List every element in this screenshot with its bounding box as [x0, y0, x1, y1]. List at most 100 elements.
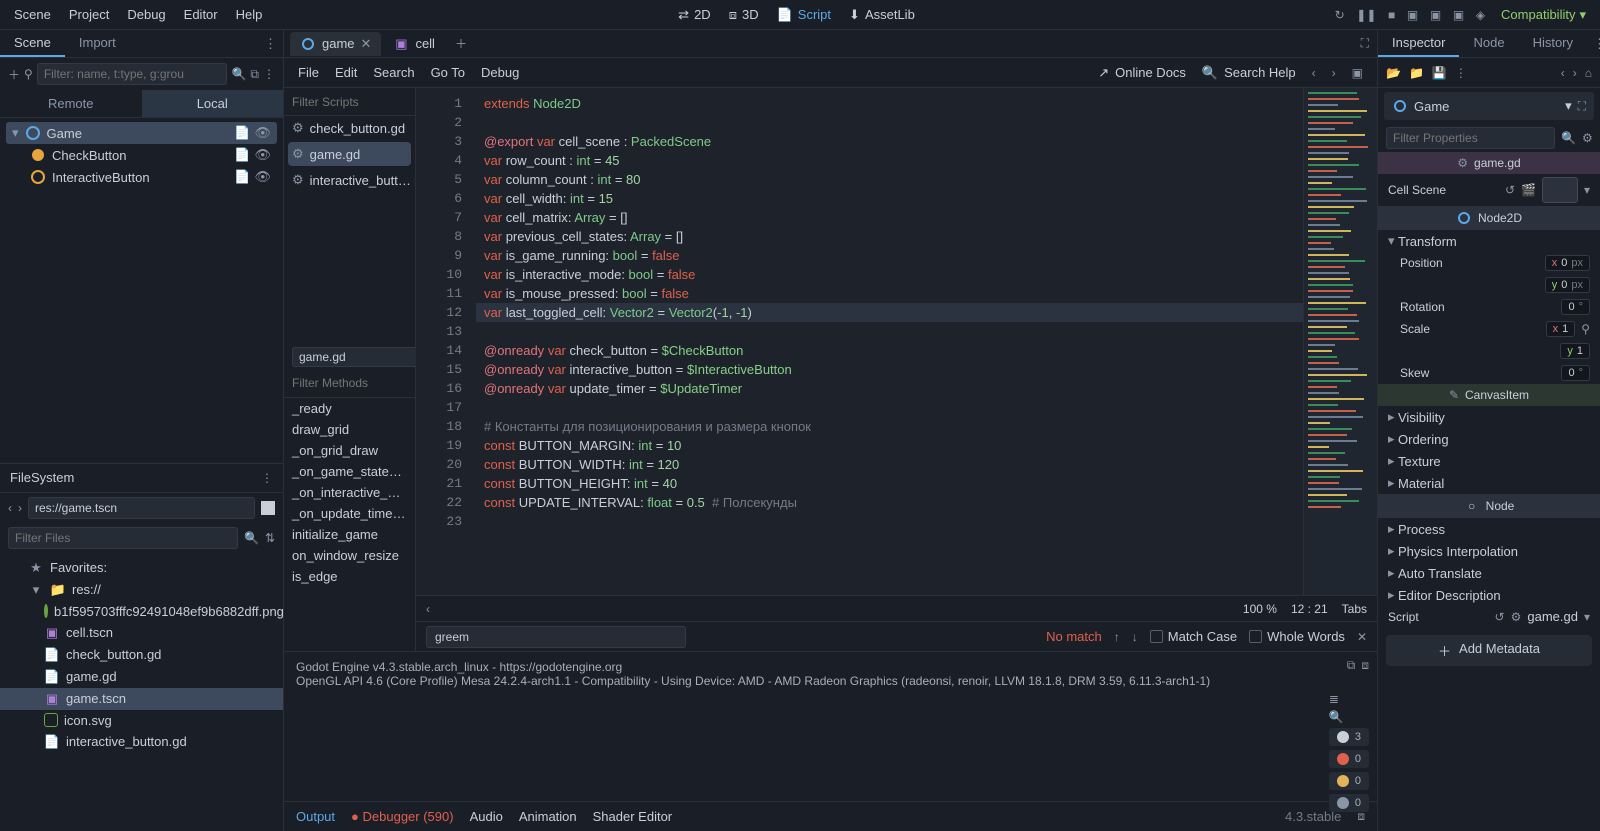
expand-icon[interactable]: ⛶ — [1353, 36, 1377, 51]
local-tab[interactable]: Local — [142, 90, 284, 117]
search-icon[interactable]: 🔍 — [1561, 131, 1576, 145]
add-tab-icon[interactable]: ＋ — [447, 35, 475, 52]
search-icon[interactable]: 🔍 — [244, 531, 259, 545]
script-attach-icon[interactable]: 📄 — [234, 147, 250, 163]
menu-scene[interactable]: Scene — [14, 7, 51, 22]
path-input[interactable] — [28, 497, 255, 519]
script-list-item[interactable]: ⚙interactive_butt… — [284, 168, 415, 192]
group-editor description[interactable]: ▸Editor Description — [1378, 584, 1600, 606]
render-icon[interactable]: ◈ — [1476, 8, 1485, 22]
badge-info[interactable]: 0 — [1329, 794, 1369, 812]
minimap[interactable] — [1303, 88, 1377, 595]
close-icon[interactable]: ✕ — [361, 36, 372, 52]
fs-item[interactable]: icon.svg — [0, 710, 283, 731]
menu-debug[interactable]: Debug — [127, 7, 165, 22]
save-icon[interactable]: 💾 — [1432, 66, 1447, 80]
script-list-item[interactable]: ⚙check_button.gd — [284, 116, 415, 140]
group-transform[interactable]: ▾Transform — [1378, 230, 1600, 252]
movie-icon[interactable]: 🎬 — [1521, 183, 1536, 197]
group-physics interpolation[interactable]: ▸Physics Interpolation — [1378, 540, 1600, 562]
fs-item[interactable]: ▣game.tscn — [0, 688, 283, 710]
copy-icon[interactable]: ⧉ — [1347, 658, 1356, 673]
save-icon[interactable]: ▣ — [1352, 66, 1363, 80]
whole-words-checkbox[interactable]: Whole Words — [1249, 629, 1345, 644]
home-icon[interactable]: ⌂ — [1585, 66, 1592, 80]
back-icon[interactable]: ‹ — [8, 501, 12, 515]
section-script-header[interactable]: ⚙ game.gd — [1378, 152, 1600, 174]
visibility-icon[interactable]: 👁 — [254, 125, 271, 141]
fs-root[interactable]: ▾ 📁 res:// — [0, 579, 283, 601]
group-process[interactable]: ▸Process — [1378, 518, 1600, 540]
method-item[interactable]: is_edge — [284, 566, 415, 587]
tab-scene[interactable]: Scene — [0, 30, 65, 57]
bottom-tab-shader[interactable]: Shader Editor — [593, 809, 673, 824]
dock-options-icon[interactable]: ⋮ — [261, 471, 273, 485]
more-icon[interactable]: ⋮ — [263, 67, 275, 81]
script-list-item[interactable]: ⚙game.gd — [288, 142, 411, 166]
fs-item[interactable]: 📄interactive_button.gd — [0, 731, 283, 753]
chevron-down-icon[interactable]: ▾ — [1584, 183, 1590, 197]
filter-icon[interactable]: ≣ — [1329, 692, 1369, 706]
fs-item[interactable]: ▣cell.tscn — [0, 622, 283, 644]
resource-slot[interactable] — [1542, 177, 1578, 203]
menu-help[interactable]: Help — [236, 7, 263, 22]
script-attach-icon[interactable]: 📄 — [234, 169, 250, 185]
fs-item[interactable]: 📄game.gd — [0, 666, 283, 688]
group-ordering[interactable]: ▸Ordering — [1378, 428, 1600, 450]
view-mode-icon[interactable] — [261, 501, 275, 515]
method-item[interactable]: _on_update_timer… — [284, 503, 415, 524]
doc-tab-cell[interactable]: ▣ cell — [383, 32, 445, 56]
code-menu-file[interactable]: File — [298, 65, 319, 80]
menu-editor[interactable]: Editor — [184, 7, 218, 22]
find-input[interactable] — [426, 626, 686, 648]
badge-errors[interactable]: 0 — [1329, 750, 1369, 768]
code-editor[interactable]: extends Node2D @export var cell_scene : … — [476, 88, 1303, 595]
tab-history[interactable]: History — [1519, 30, 1587, 57]
tab-import[interactable]: Import — [65, 30, 130, 57]
remote-tab[interactable]: Remote — [0, 90, 142, 117]
code-menu-edit[interactable]: Edit — [335, 65, 357, 80]
visibility-icon[interactable]: 👁 — [254, 169, 271, 185]
close-icon[interactable]: ✕ — [1357, 630, 1367, 644]
renderer-dropdown[interactable]: Compatibility▾ — [1501, 7, 1586, 23]
dock-options-icon[interactable]: ⋮ — [258, 30, 283, 57]
skew-input[interactable]: 0° — [1561, 365, 1590, 381]
scale-y-input[interactable]: y1 — [1560, 343, 1590, 359]
section-node2d[interactable]: Node2D — [1378, 206, 1600, 230]
group-texture[interactable]: ▸Texture — [1378, 450, 1600, 472]
fs-item[interactable]: 📄check_button.gd — [0, 644, 283, 666]
section-node[interactable]: ○Node — [1378, 494, 1600, 518]
method-item[interactable]: _ready — [284, 398, 415, 419]
view-assetlib[interactable]: ⬇AssetLib — [849, 7, 915, 23]
online-docs-button[interactable]: ↗Online Docs — [1098, 65, 1186, 81]
code-menu-debug[interactable]: Debug — [481, 65, 519, 80]
group-auto translate[interactable]: ▸Auto Translate — [1378, 562, 1600, 584]
method-item[interactable]: initialize_game — [284, 524, 415, 545]
fs-favorites[interactable]: ★ Favorites: — [0, 557, 283, 579]
add-node-icon[interactable]: ＋ — [8, 66, 20, 83]
movie-icon[interactable]: ▣ — [1453, 8, 1464, 22]
bottom-tab-audio[interactable]: Audio — [470, 809, 503, 824]
match-case-checkbox[interactable]: Match Case — [1150, 629, 1237, 644]
fs-item[interactable]: b1f595703fffc92491048ef9b6882dff.png — [0, 601, 283, 622]
more-icon[interactable]: ⋮ — [1455, 66, 1467, 80]
reset-icon[interactable]: ↺ — [1505, 183, 1515, 197]
chevron-left-icon[interactable]: ‹ — [426, 602, 430, 616]
view-3d[interactable]: ⧈3D — [729, 7, 759, 23]
bottom-tab-debugger[interactable]: ● Debugger (590) — [351, 809, 454, 824]
scene-filter-input[interactable] — [37, 63, 228, 85]
file-filter-input[interactable] — [8, 527, 238, 549]
tree-item-game[interactable]: ▾ Game 📄👁 — [6, 122, 277, 144]
bottom-tab-output[interactable]: Output — [296, 809, 335, 824]
badge-warnings[interactable]: 0 — [1329, 772, 1369, 790]
method-item[interactable]: _on_grid_draw — [284, 440, 415, 461]
search-icon[interactable]: 🔍 — [231, 67, 246, 81]
link-icon[interactable]: ⚲ — [1581, 322, 1590, 336]
run-scene-icon[interactable]: ▣ — [1407, 8, 1418, 22]
doc-tab-game[interactable]: game ✕ — [290, 32, 381, 56]
settings-icon[interactable]: ⚙ — [1582, 131, 1593, 145]
search-help-button[interactable]: 🔍Search Help — [1202, 65, 1296, 81]
group-material[interactable]: ▸Material — [1378, 472, 1600, 494]
script-attach-icon[interactable]: 📄 — [234, 125, 250, 141]
load-icon[interactable]: 📁 — [1409, 66, 1424, 80]
